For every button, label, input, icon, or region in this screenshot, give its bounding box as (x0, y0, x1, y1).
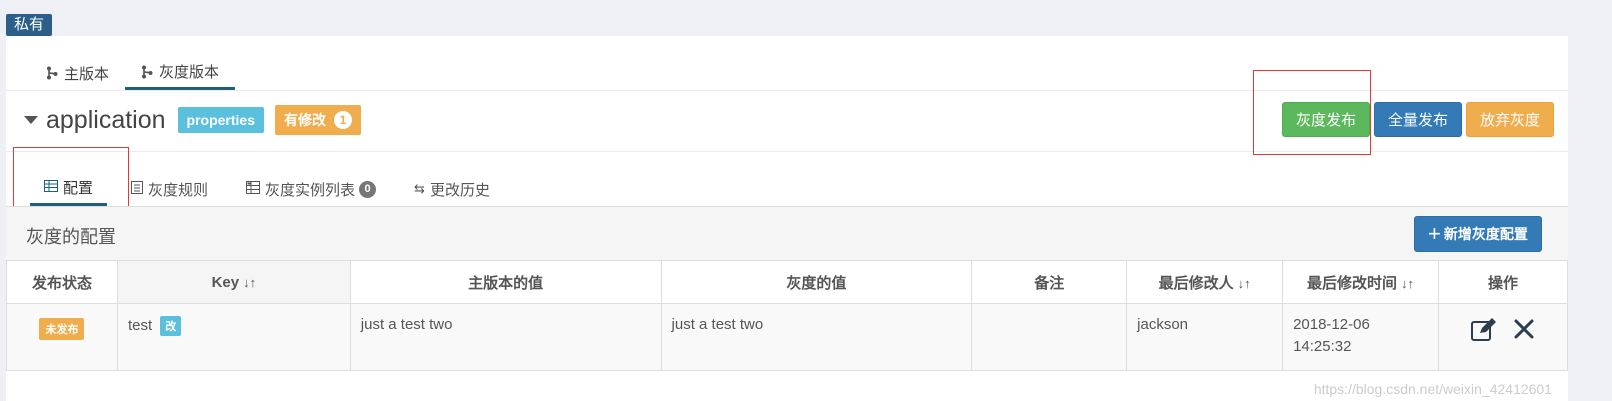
full-publish-button[interactable]: 全量发布 (1374, 102, 1463, 137)
highlight-box (1253, 70, 1371, 155)
add-gray-config-label: 新增灰度配置 (1443, 226, 1528, 242)
caret-down-icon[interactable] (24, 116, 38, 124)
watermark: https://blog.csdn.net/weixin_42412601 (1313, 381, 1552, 397)
section-title: 灰度的配置 (26, 227, 116, 247)
cell-comment (971, 303, 1128, 371)
table-header-row: 发布状态 Key ↓↑ 主版本的值 灰度的值 备注 最后修改人 ↓↑ 最后修改时间 ↓… (6, 260, 1569, 304)
branch-icon (142, 65, 153, 78)
tab-master-version-label: 主版本 (64, 65, 110, 83)
col-comment: 备注 (971, 260, 1128, 304)
cell-modified-time: 2018-12-06 14:25:32 (1282, 303, 1439, 371)
col-modified-time[interactable]: 最后修改时间 ↓↑ (1282, 260, 1439, 304)
cell-modifier: jackson (1126, 303, 1284, 371)
tab-gray-instances-label: 灰度实例列表 (265, 181, 356, 199)
modified-label-text: 有修改 (284, 112, 326, 128)
delete-icon[interactable] (1513, 318, 1535, 346)
sort-icon[interactable]: ↓↑ (1238, 276, 1251, 291)
edit-icon[interactable] (1470, 318, 1497, 346)
modified-tag: 改 (160, 316, 182, 336)
modified-count-badge: 1 (334, 111, 352, 129)
tab-gray-rules-label: 灰度规则 (148, 181, 209, 199)
modified-label: 有修改 1 (275, 105, 361, 135)
cell-operations (1437, 303, 1569, 371)
cell-master-value: just a test two (349, 303, 662, 371)
gray-config-table: 发布状态 Key ↓↑ 主版本的值 灰度的值 备注 最后修改人 ↓↑ 最后修改时间 ↓… (6, 260, 1569, 371)
exchange-icon: ⇆ (414, 181, 425, 196)
add-gray-config-button[interactable]: + 新增灰度配置 (1414, 216, 1542, 252)
tab-gray-version-label: 灰度版本 (159, 64, 220, 81)
sort-icon[interactable]: ↓↑ (243, 275, 256, 290)
tab-change-history-label: 更改历史 (429, 181, 490, 199)
col-gray-value: 灰度的值 (660, 260, 973, 304)
rule-icon (131, 181, 144, 197)
namespace-header[interactable]: application properties 有修改 1 (24, 100, 361, 140)
instance-list-icon (246, 181, 261, 197)
instance-count-badge: 0 (359, 180, 377, 198)
namespace-panel: 主版本 灰度版本 application properties 有修改 1 灰度… (6, 36, 1569, 401)
col-modifier[interactable]: 最后修改人 ↓↑ (1126, 260, 1284, 304)
key-text: test (127, 317, 153, 334)
namespace-name: application (46, 105, 166, 134)
tab-change-history[interactable]: ⇆ 更改历史 (400, 172, 504, 206)
cell-gray-value: just a test two (660, 303, 973, 371)
cell-key: test 改 (116, 303, 351, 371)
plus-icon: + (1428, 221, 1441, 246)
tab-gray-version[interactable]: 灰度版本 (125, 56, 236, 90)
abandon-gray-button[interactable]: 放弃灰度 (1466, 102, 1555, 137)
col-master-value: 主版本的值 (349, 260, 662, 304)
version-tabs: 主版本 灰度版本 (30, 56, 236, 90)
branch-icon (47, 66, 58, 80)
format-label: properties (177, 107, 264, 133)
cell-status: 未发布 (6, 303, 118, 371)
tab-gray-instances[interactable]: 灰度实例列表 0 (232, 172, 390, 206)
unpublished-badge: 未发布 (39, 318, 85, 340)
table-row: 未发布 test 改 just a test two just a test t… (6, 303, 1569, 371)
col-key[interactable]: Key ↓↑ (116, 260, 351, 304)
gray-config-section: 灰度的配置 + 新增灰度配置 (6, 206, 1568, 260)
tab-gray-rules[interactable]: 灰度规则 (117, 172, 222, 206)
col-operations: 操作 (1437, 260, 1569, 304)
private-tag: 私有 (6, 14, 53, 36)
sort-icon[interactable]: ↓↑ (1401, 276, 1414, 291)
tab-master-version[interactable]: 主版本 (30, 56, 125, 90)
col-status: 发布状态 (6, 260, 118, 304)
